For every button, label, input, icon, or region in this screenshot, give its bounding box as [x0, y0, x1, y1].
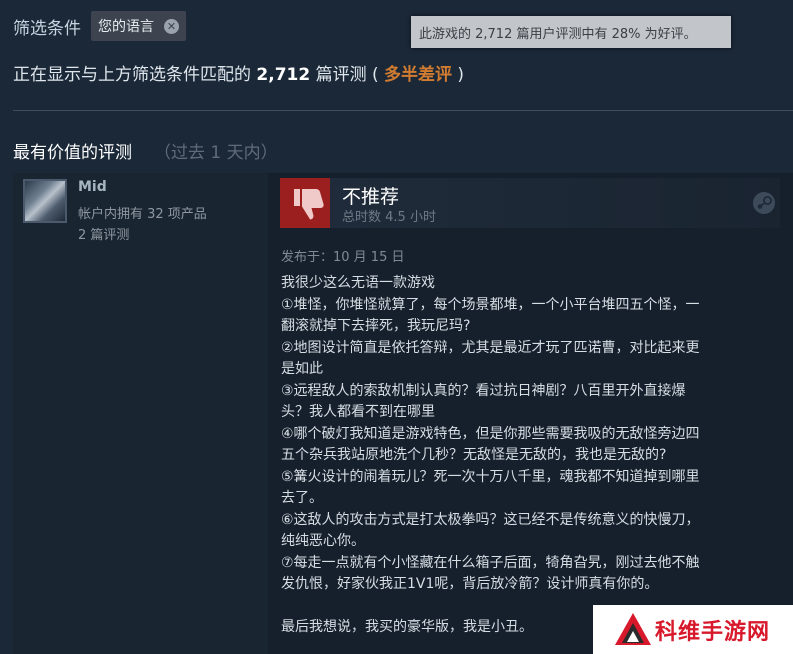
review-line: 去了。 — [281, 490, 323, 506]
recommendation-label: 不推荐 — [342, 186, 400, 208]
products-owned[interactable]: 帐户内拥有 32 项产品 — [78, 203, 207, 222]
review-line: ①堆怪，你堆怪就算了，每个场景都堆，一个小平台堆四五个怪，一 — [281, 296, 700, 313]
section-heading: 最有价值的评测 — [13, 143, 132, 163]
summary-close: ) — [452, 65, 465, 85]
author-review-count[interactable]: 2 篇评测 — [78, 224, 129, 243]
review-author-column — [13, 173, 268, 654]
filter-chip-label: 您的语言 — [98, 19, 154, 35]
watermark: 科维手游网 — [593, 605, 793, 654]
steam-icon — [753, 192, 775, 214]
review-body: 我很少这么无语一款游戏 ①堆怪，你堆怪就算了，每个场景都堆，一个小平台堆四五个怪，… — [281, 273, 776, 639]
playtime: 总时数 4.5 小时 — [342, 210, 436, 225]
review-score-tooltip: 此游戏的 2,712 篇用户评测中有 28% 为好评。 — [411, 16, 731, 48]
review-line: ④哪个破灯我知道是游戏特色，但是你那些需要我吸的无敌怪旁边四 — [281, 425, 700, 442]
section-subtitle: （过去 1 天内） — [154, 143, 278, 163]
review-line: 发仇恨，好家伙我正1V1呢，背后放冷箭？设计师真有你的。 — [281, 576, 659, 592]
review-line: 五个杂兵我站原地洗个几秒？无敌怪是无敌的，我也是无敌的? — [281, 447, 667, 463]
thumbs-down-icon — [280, 178, 330, 228]
review-line: ②地图设计简直是依托答辩，尤其是最近才玩了匹诺曹，对比起来更 — [281, 339, 700, 356]
review-line: 纯纯恶心你。 — [281, 533, 365, 549]
review-card: Mid 帐户内拥有 32 项产品 2 篇评测 不推荐 总时数 4.5 小时 发布… — [13, 173, 793, 654]
filter-bar: 筛选条件 您的语言 ✕ — [13, 10, 186, 42]
review-summary: 正在显示与上方筛选条件匹配的 2,712 篇评测 ( 多半差评 ) — [13, 60, 464, 85]
review-line: ③远程敌人的索敌机制认真的？看过抗日神剧？八百里开外直接爆 — [281, 382, 686, 399]
avatar[interactable] — [23, 179, 67, 223]
review-line: 头？我人都看不到在哪里 — [281, 404, 435, 420]
divider — [13, 110, 793, 111]
tooltip-text: 此游戏的 2,712 篇用户评测中有 28% 为好评。 — [419, 26, 697, 42]
filter-label: 筛选条件 — [13, 18, 81, 39]
review-line: ⑤篝火设计的闹着玩儿？死一次十万八千里，魂我都不知道掉到哪里 — [281, 468, 700, 485]
review-line: 翻滚就掉下去摔死，我玩尼玛? — [281, 318, 471, 334]
watermark-text: 科维手游网 — [655, 620, 771, 645]
review-count-total: 2,712 — [256, 65, 311, 85]
summary-prefix: 正在显示与上方筛选条件匹配的 — [13, 65, 257, 85]
review-line: 是如此 — [281, 361, 323, 377]
review-line: 我很少这么无语一款游戏 — [281, 275, 435, 291]
language-filter-chip[interactable]: 您的语言 ✕ — [91, 11, 186, 41]
section-title: 最有价值的评测 （过去 1 天内） — [13, 138, 278, 163]
summary-suffix: 篇评测 ( — [310, 65, 385, 85]
review-verdict[interactable]: 多半差评 — [384, 65, 452, 85]
recommendation-bar[interactable]: 不推荐 总时数 4.5 小时 — [280, 178, 780, 228]
close-icon[interactable]: ✕ — [164, 18, 179, 34]
review-line: ⑥这敌人的攻击方式是打太极拳吗？这已经不是传统意义的快慢刀， — [281, 511, 700, 528]
author-name[interactable]: Mid — [78, 179, 107, 195]
review-line: ⑦每走一点就有个小怪藏在什么箱子后面，犄角旮旯，刚过去他不触 — [281, 554, 700, 571]
posted-date: 发布于：10 月 15 日 — [281, 250, 405, 265]
site-logo-icon — [615, 613, 651, 645]
